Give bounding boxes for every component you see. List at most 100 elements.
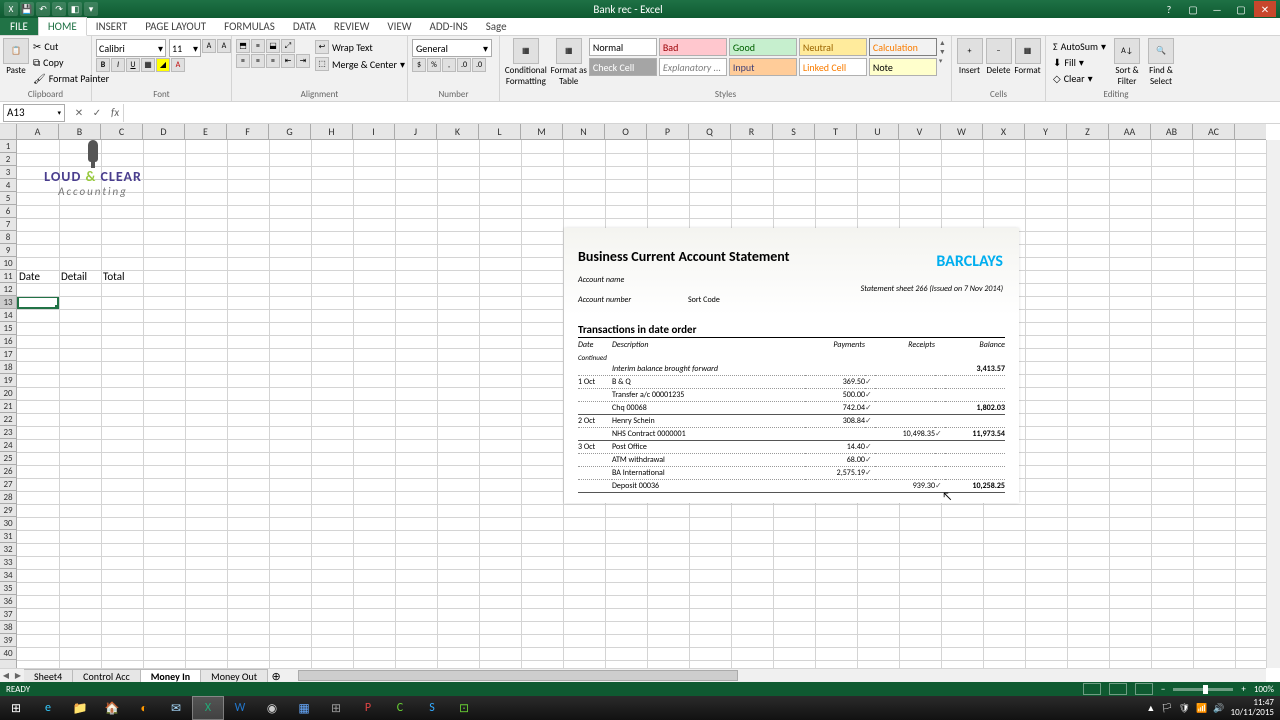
fx-icon[interactable]: fx <box>111 106 119 119</box>
shrink-font-icon[interactable]: A <box>217 39 231 53</box>
row-header[interactable]: 34 <box>0 569 16 582</box>
zoom-out-icon[interactable]: − <box>1161 684 1165 695</box>
col-header[interactable]: C <box>101 124 143 139</box>
style-neutral[interactable]: Neutral <box>799 38 867 56</box>
insert-cells-button[interactable]: +Insert <box>955 38 984 76</box>
font-size-combo[interactable]: 11▾ <box>169 39 201 57</box>
col-header[interactable]: Y <box>1025 124 1067 139</box>
enter-formula-icon[interactable]: ✓ <box>89 105 105 121</box>
row-header[interactable]: 11 <box>0 270 16 283</box>
row-header[interactable]: 23 <box>0 426 16 439</box>
ribbon-display-icon[interactable]: ▢ <box>1182 1 1204 17</box>
row-header[interactable]: 7 <box>0 218 16 231</box>
orientation-icon[interactable]: ⤢ <box>281 39 295 53</box>
row-header[interactable]: 36 <box>0 595 16 608</box>
name-box[interactable]: A13▾ <box>3 104 65 122</box>
row-header[interactable]: 12 <box>0 283 16 296</box>
style-normal[interactable]: Normal <box>589 38 657 56</box>
align-right-icon[interactable]: ≡ <box>266 54 280 68</box>
row-header[interactable]: 40 <box>0 647 16 660</box>
style-bad[interactable]: Bad <box>659 38 727 56</box>
ie-icon[interactable]: e <box>32 696 64 720</box>
col-header[interactable]: K <box>437 124 479 139</box>
row-header[interactable]: 24 <box>0 439 16 452</box>
row-header[interactable]: 1 <box>0 140 16 153</box>
row-header[interactable]: 38 <box>0 621 16 634</box>
clear-button[interactable]: ◇Clear▾ <box>1050 71 1109 86</box>
sort-filter-button[interactable]: A↓Sort & Filter <box>1110 38 1144 87</box>
page-break-view-icon[interactable] <box>1135 683 1153 695</box>
redo-icon[interactable]: ↷ <box>52 2 66 16</box>
styles-up-icon[interactable]: ▲ <box>939 38 948 47</box>
style-calculation[interactable]: Calculation <box>869 38 937 56</box>
autosum-button[interactable]: ΣAutoSum▾ <box>1050 39 1109 54</box>
tray-icon[interactable]: 🏳 <box>1161 703 1172 714</box>
row-header[interactable]: 29 <box>0 504 16 517</box>
help-icon[interactable]: ? <box>1158 1 1180 17</box>
fill-button[interactable]: ⬇Fill▾ <box>1050 55 1109 70</box>
row-header[interactable]: 37 <box>0 608 16 621</box>
home-icon[interactable]: 🏠 <box>96 696 128 720</box>
qat-icon[interactable]: ◧ <box>68 2 82 16</box>
row-header[interactable]: 22 <box>0 413 16 426</box>
format-as-table-button[interactable]: ▦Format as Table <box>549 38 589 87</box>
col-header[interactable]: AB <box>1151 124 1193 139</box>
decrease-decimal-icon[interactable]: .0 <box>472 58 486 72</box>
save-icon[interactable]: 💾 <box>20 2 34 16</box>
excel-taskbar-icon[interactable]: X <box>192 696 224 720</box>
file-explorer-icon[interactable]: 📁 <box>64 696 96 720</box>
col-header[interactable]: W <box>941 124 983 139</box>
conditional-formatting-button[interactable]: ▦Conditional Formatting <box>503 38 549 87</box>
row-header[interactable]: 3 <box>0 166 16 179</box>
percent-icon[interactable]: % <box>427 58 441 72</box>
close-button[interactable]: ✕ <box>1254 1 1276 17</box>
format-cells-button[interactable]: ▦Format <box>1013 38 1042 76</box>
powerpoint-icon[interactable]: P <box>352 696 384 720</box>
styles-down-icon[interactable]: ▼ <box>939 47 948 56</box>
number-format-combo[interactable]: General▾ <box>412 39 492 57</box>
tab-view[interactable]: VIEW <box>378 18 420 35</box>
col-header[interactable]: T <box>815 124 857 139</box>
tab-page-layout[interactable]: PAGE LAYOUT <box>136 18 215 35</box>
row-header[interactable]: 9 <box>0 244 16 257</box>
zoom-in-icon[interactable]: + <box>1241 684 1245 695</box>
col-header[interactable]: M <box>521 124 563 139</box>
grow-font-icon[interactable]: A <box>202 39 216 53</box>
style-explanatory[interactable]: Explanatory ... <box>659 58 727 76</box>
align-center-icon[interactable]: ≡ <box>251 54 265 68</box>
row-header[interactable]: 6 <box>0 205 16 218</box>
app-icon[interactable]: ⊞ <box>320 696 352 720</box>
cell-styles-gallery[interactable]: Normal Bad Good Neutral Calculation Chec… <box>589 38 937 76</box>
tab-sage[interactable]: Sage <box>477 18 516 35</box>
sheet-nav-prev-icon[interactable]: ◀ <box>0 671 12 681</box>
row-header[interactable]: 32 <box>0 543 16 556</box>
cancel-formula-icon[interactable]: ✕ <box>71 105 87 121</box>
word-icon[interactable]: W <box>224 696 256 720</box>
col-header[interactable]: AA <box>1109 124 1151 139</box>
row-header[interactable]: 16 <box>0 335 16 348</box>
border-icon[interactable]: ▦ <box>141 58 155 72</box>
col-header[interactable]: A <box>17 124 59 139</box>
col-header[interactable]: G <box>269 124 311 139</box>
col-header[interactable]: B <box>59 124 101 139</box>
page-layout-view-icon[interactable] <box>1109 683 1127 695</box>
col-header[interactable]: Z <box>1067 124 1109 139</box>
row-header[interactable]: 17 <box>0 348 16 361</box>
undo-icon[interactable]: ↶ <box>36 2 50 16</box>
col-header[interactable]: AC <box>1193 124 1235 139</box>
bank-statement-image[interactable]: Business Current Account Statement BARCL… <box>564 228 1019 503</box>
tray-up-icon[interactable]: ▲ <box>1146 703 1155 714</box>
app-icon[interactable]: ⊡ <box>448 696 480 720</box>
zoom-slider[interactable] <box>1173 688 1233 691</box>
app-icon[interactable]: ▦ <box>288 696 320 720</box>
row-header[interactable]: 8 <box>0 231 16 244</box>
col-header[interactable]: J <box>395 124 437 139</box>
col-header[interactable]: I <box>353 124 395 139</box>
row-header[interactable]: 5 <box>0 192 16 205</box>
increase-decimal-icon[interactable]: .0 <box>457 58 471 72</box>
col-header[interactable]: E <box>185 124 227 139</box>
row-header[interactable]: 19 <box>0 374 16 387</box>
maximize-button[interactable]: ▢ <box>1230 1 1252 17</box>
italic-icon[interactable]: I <box>111 58 125 72</box>
fill-color-icon[interactable]: ◢ <box>156 58 170 72</box>
